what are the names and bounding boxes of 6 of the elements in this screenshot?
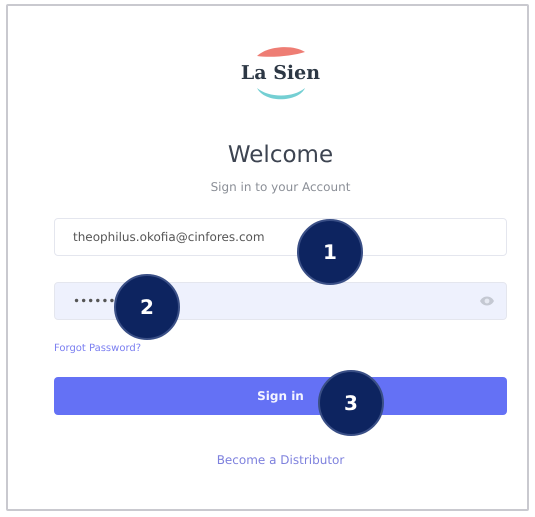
eye-icon[interactable]	[479, 295, 495, 307]
welcome-heading: Welcome	[228, 142, 334, 168]
forgot-password-link[interactable]: Forgot Password?	[54, 343, 142, 354]
subheading: Sign in to your Account	[210, 180, 350, 194]
become-distributor-link[interactable]: Become a Distributor	[216, 453, 344, 467]
logo-text: La Sien	[240, 62, 320, 84]
